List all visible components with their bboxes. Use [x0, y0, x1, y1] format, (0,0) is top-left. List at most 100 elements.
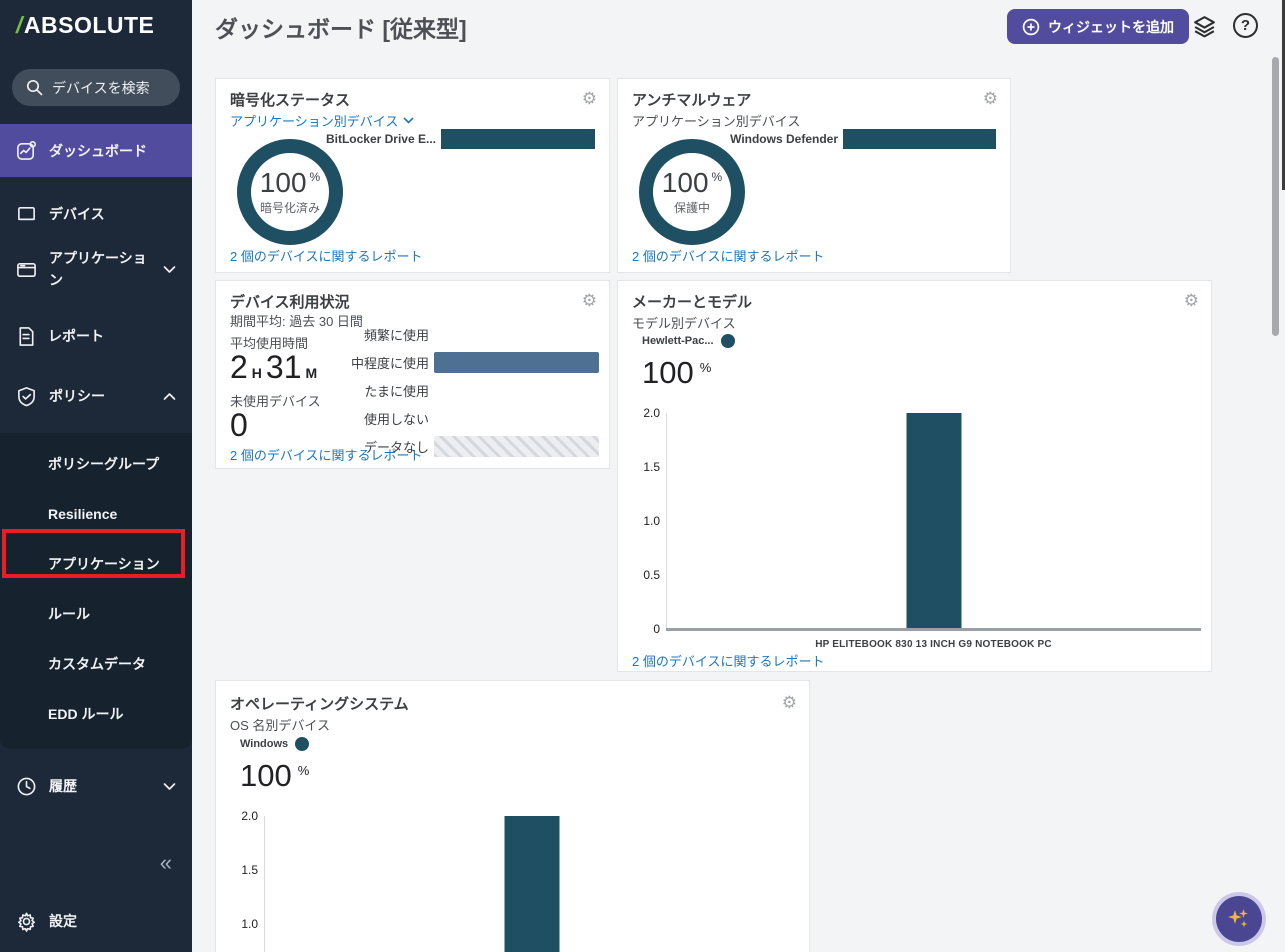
x-axis-label: HP ELITEBOOK 830 13 INCH G9 NOTEBOOK PC — [666, 639, 1201, 650]
widget-device-usage: デバイス利用状況 期間平均: 過去 30 日間 平均使用時間 2 H 31 M … — [215, 280, 610, 469]
sidebar-item-resilience[interactable]: Resilience — [0, 489, 192, 539]
device-report-link[interactable]: 2 個のデバイスに関するレポート — [632, 651, 824, 670]
sidebar-item-label: 履歴 — [49, 776, 77, 796]
usage-row: 頻繁に使用 — [216, 320, 599, 348]
sidebar-item-history[interactable]: 履歴 — [0, 763, 192, 809]
percent-unit: % — [700, 360, 712, 375]
device-search-input[interactable]: デバイスを検索 — [12, 69, 180, 106]
sidebar-item-label: カスタムデータ — [48, 654, 146, 674]
donut-unit: % — [712, 171, 723, 183]
sidebar-collapse-icon[interactable] — [160, 850, 172, 876]
widget-settings-icon[interactable] — [782, 693, 797, 713]
percent-unit: % — [298, 763, 310, 778]
sidebar-item-label: アプリケーション — [49, 247, 149, 292]
widget-settings-icon[interactable] — [582, 89, 597, 109]
donut-value: 100 — [260, 169, 307, 197]
sidebar-item-devices[interactable]: デバイス — [0, 191, 192, 237]
sidebar-item-applications[interactable]: アプリケーション — [0, 237, 192, 301]
sidebar-item-policies[interactable]: ポリシー — [0, 373, 192, 419]
widget-title: デバイス利用状況 — [230, 291, 350, 312]
sidebar-item-label: レポート — [48, 326, 104, 346]
usage-row-label: 使用しない — [216, 409, 434, 428]
sidebar-item-label: 設定 — [49, 911, 77, 931]
device-report-link[interactable]: 2 個のデバイスに関するレポート — [230, 246, 422, 265]
donut-label: 保護中 — [674, 199, 710, 216]
page-title: ダッシュボード [従来型] — [215, 10, 467, 44]
donut-label: 暗号化済み — [260, 199, 320, 216]
y-tick: 2.0 — [620, 406, 660, 420]
y-tick: 2.0 — [218, 809, 258, 823]
widget-make-model: メーカーとモデル モデル別デバイス Hewlett-Pac... 100 % 2… — [617, 280, 1212, 672]
widget-title: 暗号化ステータス — [230, 89, 350, 110]
sidebar-item-settings[interactable]: 設定 — [0, 898, 192, 944]
y-tick: 1.0 — [218, 917, 258, 931]
percent-readout: 100 % — [642, 357, 711, 388]
donut-value: 100 — [662, 169, 709, 197]
legend-label: Hewlett-Pac... — [642, 335, 714, 347]
sidebar-item-label: ポリシーグループ — [48, 454, 159, 474]
widget-title: メーカーとモデル — [632, 291, 752, 312]
layers-icon[interactable] — [1191, 13, 1217, 39]
device-report-link[interactable]: 2 個のデバイスに関するレポート — [632, 246, 824, 265]
device-report-link[interactable]: 2 個のデバイスに関するレポート — [230, 445, 422, 464]
widget-title: オペレーティングシステム — [230, 693, 409, 714]
legend-label: Windows — [240, 738, 288, 750]
usage-row: 中程度に使用 — [216, 348, 599, 376]
usage-row: 使用しない — [216, 404, 599, 432]
ai-assistant-button[interactable] — [1216, 896, 1262, 942]
sidebar-item-custom-data[interactable]: カスタムデータ — [0, 639, 192, 689]
usage-bar-moderate — [434, 352, 599, 373]
sidebar-item-label: アプリケーション — [48, 554, 160, 574]
widget-settings-icon[interactable] — [983, 89, 998, 109]
main-content: ダッシュボード [従来型] ウィジェットを追加 暗号化ステータス アプリケーショ… — [192, 0, 1285, 952]
donut-unit: % — [310, 171, 321, 183]
sidebar-item-label: ダッシュボード — [49, 141, 147, 161]
chevron-down-icon — [163, 265, 176, 274]
policies-submenu: ポリシーグループ Resilience アプリケーション ルール カスタムデータ… — [0, 433, 192, 749]
sidebar-item-applications-policy[interactable]: アプリケーション — [0, 539, 192, 589]
shield-check-icon — [16, 386, 37, 407]
os-bar — [505, 816, 560, 952]
sidebar: /ABSOLUTE デバイスを検索 ダッシュボード デバイス アプリケーション … — [0, 0, 192, 952]
encryption-donut-chart: 100% 暗号化済み — [237, 139, 343, 245]
usage-row-label: たまに使用 — [216, 381, 434, 400]
widget-encryption-status: 暗号化ステータス アプリケーション別デバイス 100% 暗号化済み BitLoc… — [215, 78, 610, 273]
sidebar-item-reports[interactable]: レポート — [0, 313, 192, 359]
y-tick: 1.5 — [218, 863, 258, 877]
group-by-dropdown[interactable]: アプリケーション別デバイス — [230, 111, 414, 130]
percent-readout: 100 % — [240, 760, 309, 791]
help-icon[interactable] — [1233, 13, 1258, 38]
sidebar-item-label: EDD ルール — [48, 704, 123, 724]
widget-settings-icon[interactable] — [1184, 291, 1199, 311]
sidebar-item-edd-rules[interactable]: EDD ルール — [0, 689, 192, 739]
y-tick: 0.5 — [620, 568, 660, 582]
usage-row-label: 中程度に使用 — [216, 353, 434, 372]
logo-text: ABSOLUTE — [24, 12, 155, 38]
search-placeholder: デバイスを検索 — [52, 78, 150, 98]
model-bar-chart — [666, 413, 1201, 630]
chart-legend: Hewlett-Pac... — [642, 334, 735, 348]
sidebar-item-label: Resilience — [48, 506, 117, 522]
sidebar-item-label: ポリシー — [49, 386, 105, 406]
sidebar-item-label: ルール — [48, 604, 90, 624]
widget-subtitle: モデル別デバイス — [632, 313, 736, 332]
percent-value: 100 — [642, 357, 694, 388]
scrollbar-thumb[interactable] — [1272, 57, 1279, 336]
widget-settings-icon[interactable] — [582, 291, 597, 311]
os-bar-chart — [264, 816, 799, 952]
chevron-up-icon — [163, 392, 176, 401]
add-widget-button[interactable]: ウィジェットを追加 — [1007, 9, 1189, 44]
usage-bar-not-used — [434, 408, 599, 429]
chevron-down-icon — [163, 782, 176, 791]
absolute-logo: /ABSOLUTE — [0, 0, 192, 39]
sidebar-item-policy-groups[interactable]: ポリシーグループ — [0, 439, 192, 489]
gear-icon — [16, 911, 37, 932]
percent-value: 100 — [240, 760, 292, 791]
model-bar — [907, 413, 962, 630]
antimalware-bar — [843, 129, 996, 149]
y-tick: 1.5 — [620, 460, 660, 474]
chart-legend: Windows — [240, 737, 309, 751]
sidebar-item-dashboard[interactable]: ダッシュボード — [0, 124, 192, 177]
sidebar-item-rules[interactable]: ルール — [0, 589, 192, 639]
usage-bar-no-data — [434, 436, 599, 457]
